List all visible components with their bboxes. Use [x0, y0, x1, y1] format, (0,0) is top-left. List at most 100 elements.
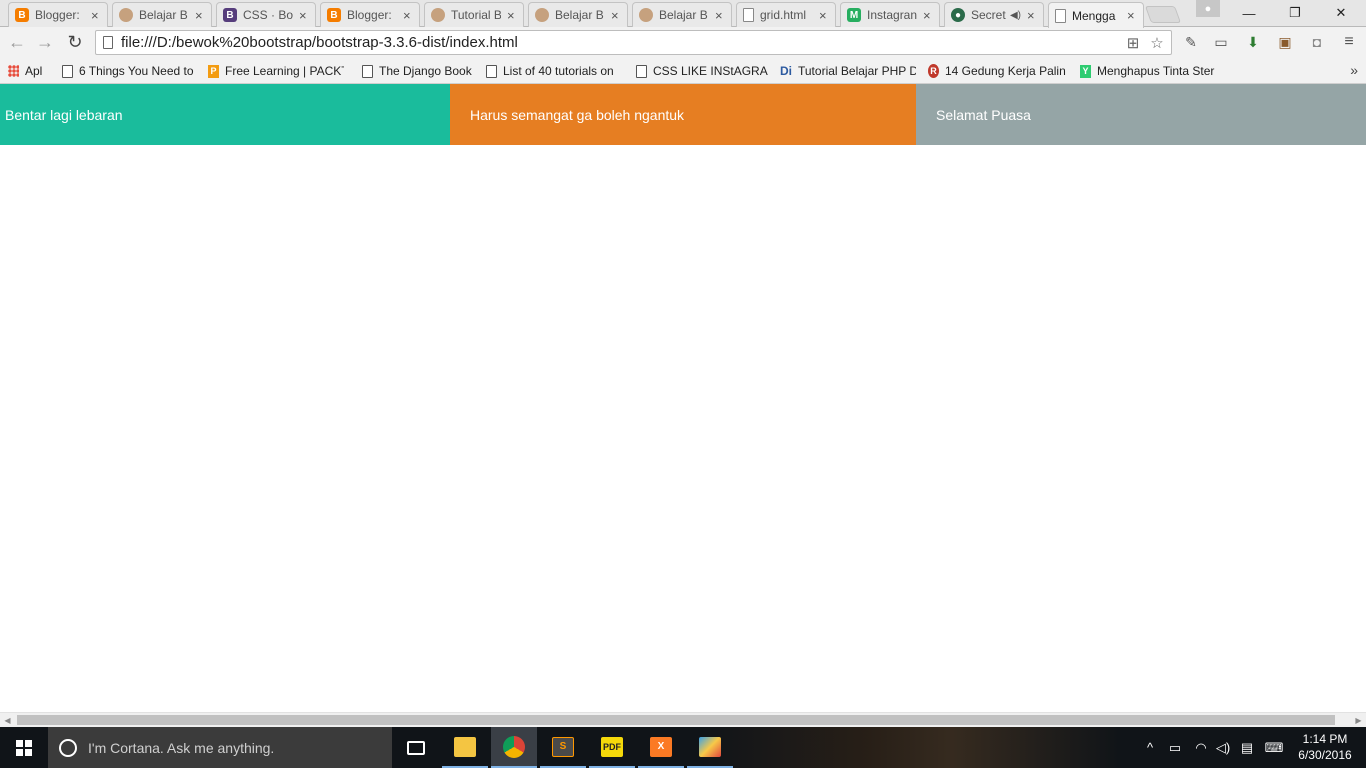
- xampp-icon: X: [650, 736, 672, 757]
- page-viewport: Bentar lagi lebaran Harus semangat ga bo…: [0, 84, 1366, 712]
- document-icon: [1055, 8, 1066, 23]
- instagram-icon: M: [847, 8, 861, 22]
- menu-icon[interactable]: ≡: [1338, 32, 1360, 52]
- battery-icon[interactable]: ▭: [1164, 727, 1186, 768]
- keyboard-icon[interactable]: ⌨: [1262, 727, 1286, 768]
- bookmark-item[interactable]: R 14 Gedung Kerja Palin: [928, 61, 1068, 81]
- bookmark-item[interactable]: P Free Learning | PACKT: [208, 61, 344, 81]
- url-text[interactable]: file:///D:/bewok%20bootstrap/bootstrap-3…: [121, 34, 1123, 51]
- show-hidden-icons-button[interactable]: ^: [1140, 727, 1160, 768]
- tab-close-icon[interactable]: ×: [923, 8, 933, 23]
- back-button[interactable]: ←: [4, 30, 30, 54]
- bootstrap-icon: B: [223, 8, 237, 22]
- scrollbar-thumb[interactable]: [17, 715, 1335, 725]
- document-icon: [743, 8, 754, 22]
- browser-tab[interactable]: grid.html ×: [736, 2, 836, 27]
- tab-close-icon[interactable]: ×: [819, 8, 829, 23]
- speaker-icon: ◀): [1009, 9, 1021, 21]
- bookmark-item[interactable]: Di Tutorial Belajar PHP D: [780, 61, 916, 81]
- translate-icon[interactable]: ⊞: [1123, 33, 1143, 53]
- taskbar-xampp[interactable]: X: [638, 727, 684, 768]
- bookmarks-overflow-button[interactable]: »: [1350, 62, 1358, 78]
- sublime-text-icon: S: [552, 736, 574, 757]
- close-window-button[interactable]: ✕: [1318, 0, 1364, 26]
- wifi-icon[interactable]: ◠: [1190, 727, 1212, 768]
- browser-tab[interactable]: ● Secret ◀) ×: [944, 2, 1044, 27]
- bookmark-item[interactable]: The Django Book: [362, 61, 474, 81]
- volume-icon[interactable]: ◁): [1212, 727, 1234, 768]
- camera-icon[interactable]: ◘: [1306, 32, 1328, 52]
- tab-title: Belajar B: [555, 8, 604, 22]
- tab-close-icon[interactable]: ×: [715, 8, 725, 23]
- forward-button[interactable]: →: [32, 30, 58, 54]
- taskbar-background: [700, 727, 1120, 768]
- cortana-placeholder: I'm Cortana. Ask me anything.: [88, 739, 275, 756]
- browser-tab[interactable]: B CSS · Boo ×: [216, 2, 316, 27]
- cortana-search-box[interactable]: I'm Cortana. Ask me anything.: [48, 727, 392, 768]
- di-icon: Di: [780, 64, 792, 78]
- bookmark-item[interactable]: Y Menghapus Tinta Ster: [1080, 61, 1216, 81]
- task-view-icon: [407, 740, 425, 755]
- tab-close-icon[interactable]: ×: [299, 8, 309, 23]
- browser-tab[interactable]: M Instagran ×: [840, 2, 940, 27]
- horizontal-scrollbar[interactable]: ◀ ▶: [0, 712, 1366, 727]
- new-tab-button[interactable]: [1144, 6, 1182, 23]
- tab-title: grid.html: [760, 8, 807, 22]
- pdf-reader-icon: PDF: [601, 736, 623, 757]
- tab-close-icon[interactable]: ×: [507, 8, 517, 23]
- tab-close-icon[interactable]: ×: [611, 8, 621, 23]
- start-button[interactable]: [0, 727, 48, 768]
- browser-tab[interactable]: B Blogger: ×: [320, 2, 420, 27]
- tab-title: Blogger:: [35, 8, 80, 22]
- person-icon: [639, 8, 653, 22]
- tab-close-icon[interactable]: ×: [1127, 8, 1137, 23]
- cortana-icon: [59, 738, 77, 757]
- taskbar-chrome[interactable]: [491, 727, 537, 768]
- browser-tab-active[interactable]: Mengga ×: [1048, 2, 1144, 28]
- tab-title: Instagran: [867, 8, 917, 22]
- download-icon[interactable]: ⬇: [1242, 32, 1264, 52]
- taskbar-paint[interactable]: [687, 727, 733, 768]
- grid-column: Bentar lagi lebaran: [0, 84, 450, 145]
- page-icon: [486, 64, 497, 78]
- browser-tab[interactable]: Tutorial B ×: [424, 2, 524, 27]
- tab-close-icon[interactable]: ×: [195, 8, 205, 23]
- task-view-button[interactable]: [393, 727, 439, 768]
- action-center-icon[interactable]: ▤: [1236, 727, 1258, 768]
- tab-title: Mengga: [1072, 8, 1116, 23]
- restore-button[interactable]: ❐: [1272, 0, 1318, 26]
- bookmark-item[interactable]: CSS LIKE INStAGRAM: [636, 61, 768, 81]
- tab-title: Tutorial B: [451, 8, 501, 22]
- system-clock[interactable]: 1:14 PM 6/30/2016: [1290, 731, 1360, 763]
- bookmark-item[interactable]: 6 Things You Need to: [62, 61, 194, 81]
- taskbar-pdf-reader[interactable]: PDF: [589, 727, 635, 768]
- tab-close-icon[interactable]: ×: [403, 8, 413, 23]
- tab-close-icon[interactable]: ×: [91, 8, 101, 23]
- minimize-button[interactable]: —: [1226, 0, 1272, 26]
- person-icon: [119, 8, 133, 22]
- page-icon: [103, 36, 113, 49]
- browser-tab[interactable]: Belajar B ×: [528, 2, 628, 27]
- bookmark-item[interactable]: List of 40 tutorials on: [486, 61, 620, 81]
- tab-close-icon[interactable]: ×: [1027, 8, 1037, 23]
- browser-tab[interactable]: Belajar B ×: [112, 2, 212, 27]
- taskbar-file-explorer[interactable]: [442, 727, 488, 768]
- instagram-icon[interactable]: ▣: [1274, 32, 1296, 52]
- taskbar-sublime-text[interactable]: S: [540, 727, 586, 768]
- browser-tab[interactable]: Belajar B ×: [632, 2, 732, 27]
- reload-button[interactable]: ↻: [62, 30, 88, 54]
- column-text: Selamat Puasa: [936, 106, 1031, 123]
- browser-tab[interactable]: B Blogger: ×: [8, 2, 108, 27]
- bookmark-star-icon[interactable]: ☆: [1147, 33, 1167, 53]
- r-icon: R: [928, 64, 939, 78]
- scroll-left-icon[interactable]: ◀: [0, 715, 15, 726]
- bookmark-apps[interactable]: Apl: [8, 61, 50, 81]
- grid-column: Harus semangat ga boleh ngantuk: [450, 84, 916, 145]
- profile-icon[interactable]: ●: [1196, 0, 1220, 17]
- scroll-right-icon[interactable]: ▶: [1351, 715, 1366, 726]
- cast-icon[interactable]: ▭: [1210, 32, 1232, 52]
- tab-title: Belajar B: [139, 8, 188, 22]
- eyedropper-icon[interactable]: ✎: [1180, 32, 1202, 52]
- address-bar[interactable]: file:///D:/bewok%20bootstrap/bootstrap-3…: [95, 30, 1172, 55]
- camera-icon: ●: [951, 8, 965, 22]
